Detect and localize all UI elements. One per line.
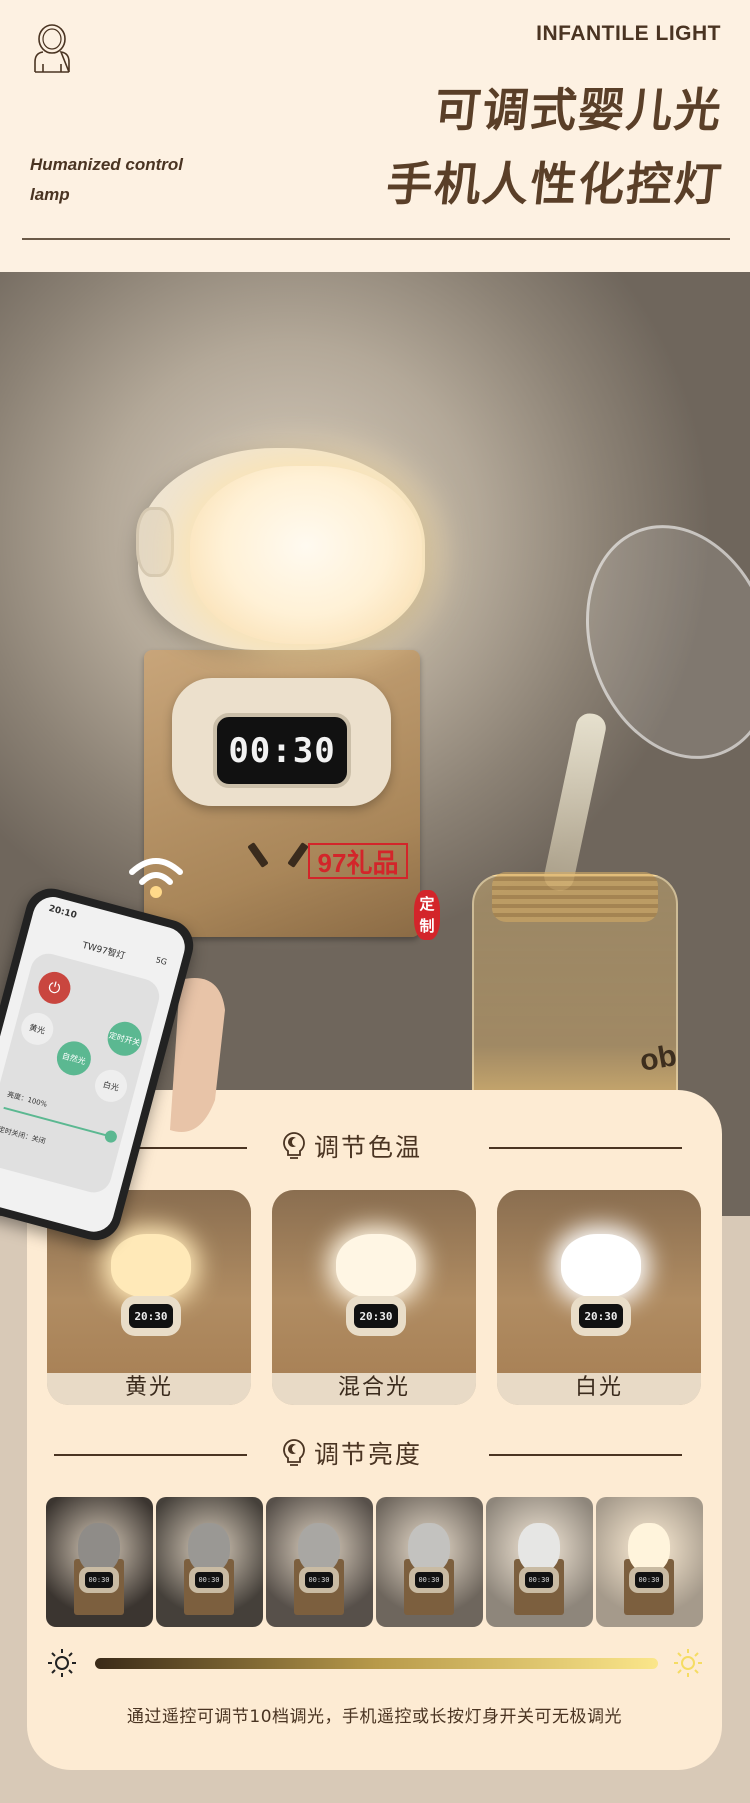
brightness-label: 亮度：100% [6, 1090, 48, 1109]
bottle-neck [492, 872, 658, 922]
water-stream [541, 710, 609, 894]
color-temp-option: 20:30 混合光 [272, 1190, 476, 1405]
watermark-logo: 97礼品 [308, 843, 408, 879]
lamp-clock: 00:30 [195, 1572, 223, 1588]
wifi-icon [129, 858, 183, 898]
brightness-gradient-bar [95, 1658, 658, 1669]
brightness-level-5: 00:30 [486, 1497, 593, 1627]
bottle-brand: ob [637, 1039, 680, 1078]
color-temp-row: 20:30 黄光 20:30 混合光 20:30 白光 [47, 1190, 701, 1405]
timer-label: 定时关闭：关闭 [0, 1125, 47, 1146]
brightness-level-6: 00:30 [596, 1497, 703, 1627]
sun-bright-icon [674, 1649, 702, 1677]
color-temp-photo: 20:30 [272, 1190, 476, 1373]
lamp-light [628, 1523, 670, 1573]
lamp-light [298, 1523, 340, 1573]
lamp-light [188, 1523, 230, 1573]
feature-card: 调节色温 20:30 黄光 20:30 混合光 20:30 白光 调节亮度 00… [27, 1090, 722, 1770]
lamp-light [561, 1234, 641, 1298]
brightness-level-4: 00:30 [376, 1497, 483, 1627]
seal-stamp: 定制 [414, 890, 440, 940]
section-rule [489, 1147, 682, 1149]
lamp-clock: 00:30 [635, 1572, 663, 1588]
timer-switch-button[interactable]: 定时开关 [103, 1017, 146, 1060]
section-rule [489, 1454, 682, 1456]
slider-handle[interactable] [103, 1129, 119, 1144]
brightness-level-3: 00:30 [266, 1497, 373, 1627]
subtitle-line-2: lamp [30, 185, 70, 204]
natural-light-button[interactable]: 自然光 [53, 1037, 95, 1080]
lamp-clock: 20:30 [129, 1304, 173, 1328]
title-line-1: 可调式婴儿光 [431, 83, 726, 137]
lamp-light [408, 1523, 450, 1573]
lamp-clock: 00:30 [525, 1572, 553, 1588]
lamp-light [190, 466, 422, 644]
phone-time: 20:10 [47, 903, 78, 921]
yellow-light-button[interactable]: 黄光 [17, 1009, 57, 1049]
header: INFANTILE LIGHT 可调式婴儿光 手机人性化控灯 Humanized… [0, 0, 750, 272]
lamp-clock: 20:30 [354, 1304, 398, 1328]
color-temp-photo: 20:30 [497, 1190, 701, 1373]
section-rule [54, 1454, 247, 1456]
color-temp-label: 黄光 [47, 1373, 251, 1405]
brightness-row: 00:30 00:30 00:30 00:30 00:30 00:30 [46, 1497, 703, 1627]
white-light-button[interactable]: 白光 [91, 1066, 131, 1106]
color-temp-option: 20:30 白光 [497, 1190, 701, 1405]
color-temp-title-text: 调节色温 [314, 1133, 423, 1162]
brightness-level-1: 00:30 [46, 1497, 153, 1627]
astronaut-icon [34, 24, 70, 73]
lamp-clock: 20:30 [579, 1304, 623, 1328]
brightness-caption: 通过遥控可调节10档调光，手机遥控或长按灯身开关可无极调光 [126, 1707, 623, 1727]
power-button[interactable]: ⏻ [34, 968, 75, 1008]
lamp-light [78, 1523, 120, 1573]
sun-dim-icon [48, 1649, 76, 1677]
color-temp-label: 白光 [497, 1373, 701, 1405]
lamp-clock: 00:30 [305, 1572, 333, 1588]
english-title: INFANTILE LIGHT [536, 22, 721, 45]
lamp-light [518, 1523, 560, 1573]
bulb-icon [283, 1439, 305, 1466]
title-line-2: 手机人性化控灯 [383, 157, 726, 211]
lamp-clock: 00:30 [213, 713, 351, 788]
color-temp-title: 调节色温 [282, 1128, 422, 1164]
bulb-icon [283, 1132, 305, 1159]
lamp-clock: 00:30 [415, 1572, 443, 1588]
brightness-level-2: 00:30 [156, 1497, 263, 1627]
color-temp-label: 混合光 [272, 1373, 476, 1405]
lamp-clock: 00:30 [85, 1572, 113, 1588]
lamp-light [111, 1234, 191, 1298]
brightness-title-text: 调节亮度 [314, 1440, 423, 1469]
lamp-light [336, 1234, 416, 1298]
subtitle: Humanized control lamp [30, 150, 183, 210]
header-divider [22, 238, 730, 240]
brightness-title: 调节亮度 [282, 1435, 422, 1471]
socket-hole [287, 842, 309, 868]
socket-hole [247, 842, 269, 868]
lamp-ear [136, 507, 174, 577]
subtitle-line-1: Humanized control [30, 155, 184, 174]
